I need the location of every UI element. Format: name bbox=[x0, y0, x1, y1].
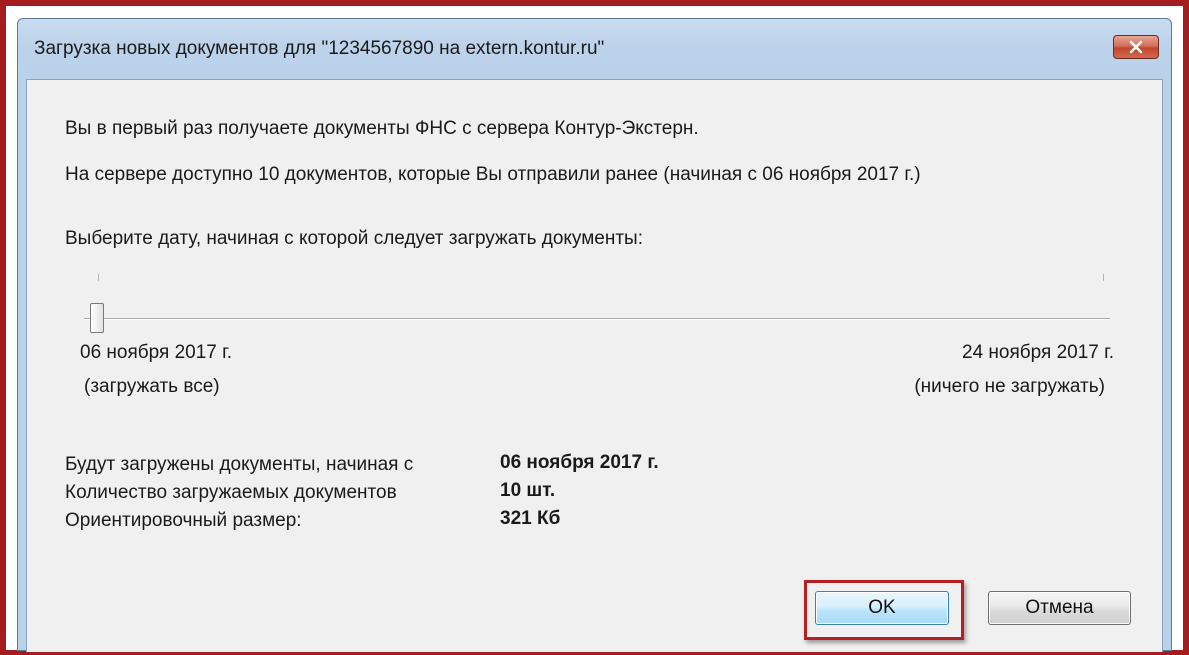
summary-label-size: Ориентировочный размер: bbox=[65, 510, 302, 531]
window-title: Загрузка новых документов для "123456789… bbox=[34, 38, 605, 59]
intro-text-1: Вы в первый раз получаете документы ФНС … bbox=[65, 118, 699, 139]
summary-value-count: 10 шт. bbox=[500, 480, 556, 501]
slider-left-date: 06 ноября 2017 г. bbox=[80, 342, 232, 363]
slider-left-note: (загружать все) bbox=[84, 376, 220, 397]
ok-button[interactable]: OK bbox=[815, 591, 949, 625]
date-slider-thumb[interactable] bbox=[90, 303, 104, 333]
cancel-button[interactable]: Отмена bbox=[988, 591, 1131, 625]
slider-right-note: (ничего не загружать) bbox=[914, 376, 1105, 397]
slider-tick-start bbox=[98, 274, 99, 281]
slider-tick-end bbox=[1103, 274, 1104, 281]
dialog-window: Загрузка новых документов для "123456789… bbox=[17, 18, 1172, 652]
slider-right-date: 24 ноября 2017 г. bbox=[962, 342, 1114, 363]
summary-label-start: Будут загружены документы, начиная с bbox=[65, 454, 414, 475]
date-slider-track[interactable] bbox=[84, 318, 1110, 320]
close-button[interactable] bbox=[1113, 35, 1159, 59]
title-bar[interactable]: Загрузка новых документов для "123456789… bbox=[18, 19, 1171, 81]
summary-value-start: 06 ноября 2017 г. bbox=[500, 452, 659, 473]
intro-text-2: На сервере доступно 10 документов, котор… bbox=[65, 164, 921, 185]
dialog-body: Вы в первый раз получаете документы ФНС … bbox=[26, 79, 1163, 652]
summary-value-size: 321 Кб bbox=[500, 508, 561, 529]
close-icon bbox=[1129, 40, 1143, 54]
summary-label-count: Количество загружаемых документов bbox=[65, 482, 397, 503]
slider-prompt: Выберите дату, начиная с которой следует… bbox=[65, 228, 643, 249]
